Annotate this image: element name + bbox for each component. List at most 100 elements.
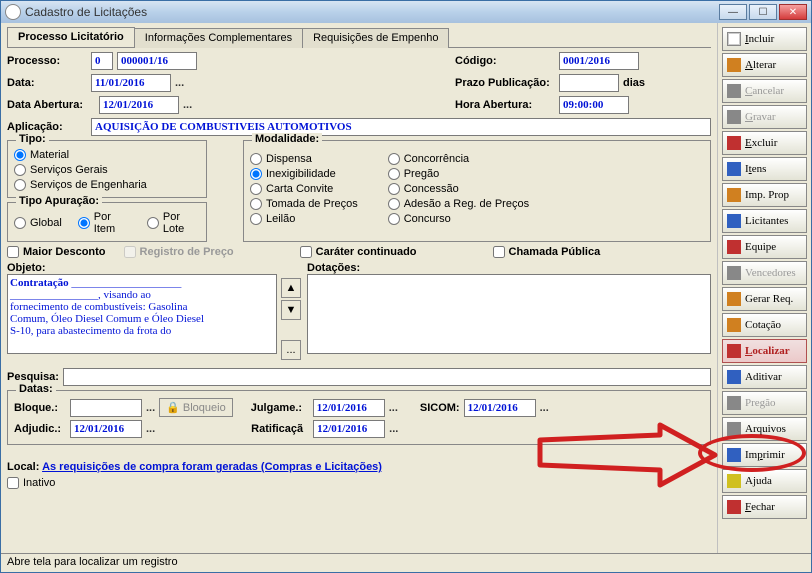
ellipsis-button[interactable]: ... <box>281 340 301 360</box>
processo-zero-input[interactable] <box>91 52 113 70</box>
adjudic-picker-button[interactable]: ... <box>146 423 155 435</box>
tab-bar: Processo Licitatório Informações Complem… <box>7 27 711 48</box>
btn-excluir[interactable]: Excluir <box>722 131 807 155</box>
data-abertura-input[interactable] <box>99 96 179 114</box>
edit-icon <box>727 58 741 72</box>
radio-tomada[interactable]: Tomada de Preços <box>250 198 358 210</box>
btn-itens[interactable]: Itens <box>722 157 807 181</box>
label-data: Data: <box>7 77 87 89</box>
legend-apuracao: Tipo Apuração: <box>16 195 102 207</box>
btn-cotacao[interactable]: Cotação <box>722 313 807 337</box>
btn-incluir[interactable]: IIncluirncluir <box>722 27 807 51</box>
adjudic-input[interactable] <box>70 420 142 438</box>
save-icon <box>727 110 741 124</box>
radio-material[interactable]: Material <box>14 149 200 161</box>
label-ratifica: Ratificaçã <box>251 423 309 435</box>
btn-licitantes[interactable]: Licitantes <box>722 209 807 233</box>
processo-num-input[interactable] <box>117 52 197 70</box>
label-adjudic: Adjudic.: <box>14 423 66 435</box>
radio-engenharia[interactable]: Serviços de Engenharia <box>14 179 200 191</box>
maximize-button[interactable]: ☐ <box>749 4 777 20</box>
gerar-icon <box>727 292 741 306</box>
fieldset-apuracao: Tipo Apuração: Global Por Item Por Lote <box>7 202 207 242</box>
data-input[interactable] <box>91 74 171 92</box>
codigo-input[interactable] <box>559 52 639 70</box>
btn-localizar[interactable]: Localizar <box>722 339 807 363</box>
radio-adesao[interactable]: Adesão a Reg. de Preços <box>388 198 529 210</box>
label-sicom: SICOM: <box>420 402 460 414</box>
julgame-picker-button[interactable]: ... <box>389 402 398 414</box>
close-button[interactable]: ✕ <box>779 4 807 20</box>
check-maior-desconto[interactable]: Maior Desconto <box>7 246 106 258</box>
ratifica-input[interactable] <box>313 420 385 438</box>
check-chamada[interactable]: Chamada Pública <box>493 246 601 258</box>
items-icon <box>727 162 741 176</box>
aditivar-icon <box>727 370 741 384</box>
window-title: Cadastro de Licitações <box>25 5 147 19</box>
radio-pregao[interactable]: Pregão <box>388 168 529 180</box>
radio-concorrencia[interactable]: Concorrência <box>388 153 529 165</box>
btn-ajuda[interactable]: Ajuda <box>722 469 807 493</box>
legend-modalidade: Modalidade: <box>252 133 322 145</box>
label-pesquisa: Pesquisa: <box>7 371 59 383</box>
btn-alterar[interactable]: Alterar <box>722 53 807 77</box>
data-abertura-picker-button[interactable]: ... <box>183 99 192 111</box>
sicom-picker-button[interactable]: ... <box>540 402 549 414</box>
radio-global[interactable]: Global <box>14 211 62 235</box>
aplicacao-input[interactable] <box>91 118 711 136</box>
btn-equipe[interactable]: Equipe <box>722 235 807 259</box>
ratifica-picker-button[interactable]: ... <box>389 423 398 435</box>
arrow-up-button[interactable]: ▲ <box>281 278 301 298</box>
equipe-icon <box>727 240 741 254</box>
bloque-input[interactable] <box>70 399 142 417</box>
dotacoes-list[interactable] <box>307 274 711 354</box>
titlebar: Cadastro de Licitações — ☐ ✕ <box>1 1 811 23</box>
radio-carta[interactable]: Carta Convite <box>250 183 358 195</box>
radio-servicos[interactable]: Serviços Gerais <box>14 164 200 176</box>
radio-concessao[interactable]: Concessão <box>388 183 529 195</box>
tab-processo[interactable]: Processo Licitatório <box>7 27 135 47</box>
check-inativo[interactable]: Inativo <box>7 477 711 489</box>
minimize-button[interactable]: — <box>719 4 747 20</box>
btn-cancelar: Cancelar <box>722 79 807 103</box>
btn-gravar: Gravar <box>722 105 807 129</box>
radio-inexig[interactable]: Inexigibilidade <box>250 168 358 180</box>
btn-aditivar[interactable]: Aditivar <box>722 365 807 389</box>
local-link[interactable]: As requisições de compra foram geradas (… <box>42 461 382 473</box>
tab-requisicoes[interactable]: Requisições de Empenho <box>302 28 449 48</box>
label-data-abertura: Data Abertura: <box>7 99 95 111</box>
help-icon <box>727 474 741 488</box>
check-carater[interactable]: Caráter continuado <box>300 246 417 258</box>
btn-gerarreq[interactable]: Gerar Req. <box>722 287 807 311</box>
bloqueio-button: 🔒 Bloqueio <box>159 398 233 417</box>
licitantes-icon <box>727 214 741 228</box>
label-objeto: Objeto: <box>7 262 277 274</box>
btn-fechar[interactable]: Fechar <box>722 495 807 519</box>
data-picker-button[interactable]: ... <box>175 77 184 89</box>
btn-pregao: Pregão <box>722 391 807 415</box>
julgame-input[interactable] <box>313 399 385 417</box>
files-icon <box>727 422 741 436</box>
prazo-input[interactable] <box>559 74 619 92</box>
radio-dispensa[interactable]: Dispensa <box>250 153 358 165</box>
radio-leilao[interactable]: Leilão <box>250 213 358 225</box>
delete-icon <box>727 136 741 150</box>
radio-poritem[interactable]: Por Item <box>78 211 131 235</box>
radio-porlote[interactable]: Por Lote <box>147 211 200 235</box>
btn-vencedores: Vencedores <box>722 261 807 285</box>
hora-abertura-input[interactable] <box>559 96 629 114</box>
bloque-picker-button[interactable]: ... <box>146 402 155 414</box>
btn-arquivos[interactable]: Arquivos <box>722 417 807 441</box>
sicom-input[interactable] <box>464 399 536 417</box>
label-dias: dias <box>623 77 645 89</box>
tab-info[interactable]: Informações Complementares <box>134 28 303 48</box>
cotacao-icon <box>727 318 741 332</box>
btn-impprop[interactable]: Imp. Prop <box>722 183 807 207</box>
pesquisa-input[interactable] <box>63 368 711 386</box>
objeto-textarea[interactable]: Contratação ____________________ _______… <box>7 274 277 354</box>
label-prazo: Prazo Publicação: <box>455 77 555 89</box>
arrow-down-button[interactable]: ▼ <box>281 300 301 320</box>
radio-concurso[interactable]: Concurso <box>388 213 529 225</box>
btn-imprimir[interactable]: Imprimir <box>722 443 807 467</box>
exit-icon <box>727 500 741 514</box>
